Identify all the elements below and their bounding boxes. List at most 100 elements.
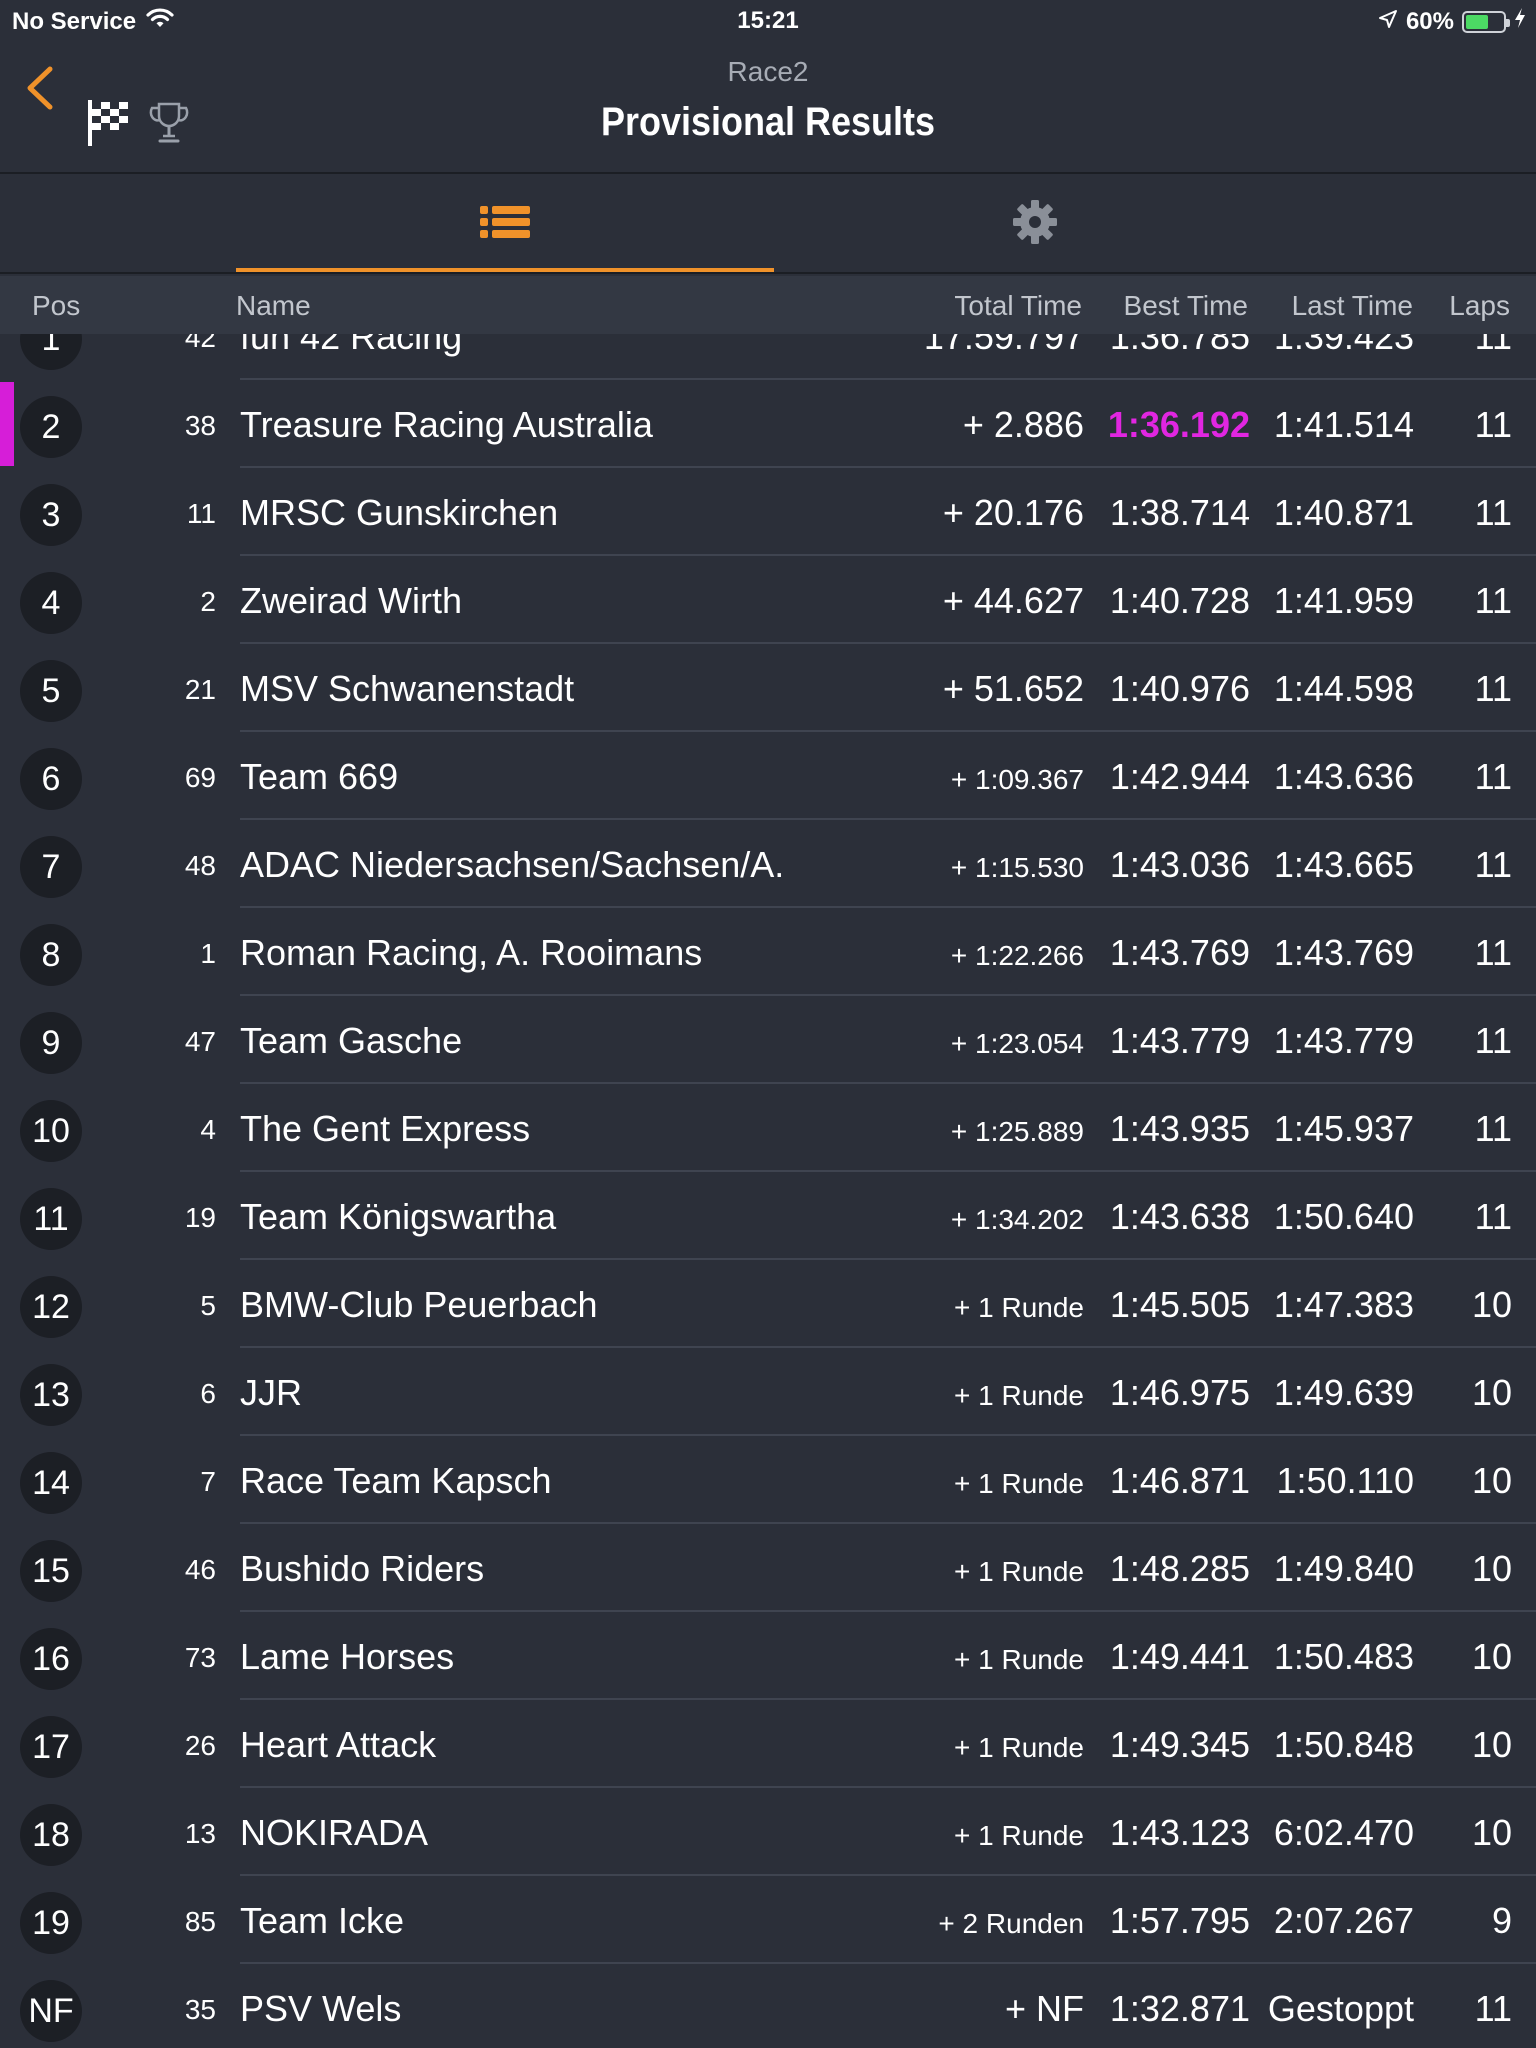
table-row[interactable]: 11 19 Team Königswartha + 1:34.202 1:43.638 1… (0, 1172, 1536, 1260)
position-badge: 12 (20, 1276, 82, 1338)
start-number: 5 (200, 1290, 216, 1321)
col-pos: Pos (32, 290, 81, 321)
start-number: 42 (184, 334, 216, 353)
position-badge: 13 (20, 1364, 82, 1426)
table-row[interactable]: 5 21 MSV Schwanenstadt + 51.652 1:40.976 1:44… (0, 644, 1536, 732)
start-number: 2 (200, 586, 216, 617)
position-badge: 5 (20, 660, 82, 722)
status-right: 60% (1378, 7, 1526, 36)
best-time: 1:43.935 (1109, 1108, 1250, 1149)
laps-count: 11 (1474, 404, 1512, 445)
laps-count: 11 (1474, 756, 1512, 797)
table-row[interactable]: 6 69 Team 669 + 1:09.367 1:42.944 1:43.636 11 (0, 732, 1536, 820)
table-row[interactable]: 13 6 JJR + 1 Runde 1:46.975 1:49.639 10 (0, 1348, 1536, 1436)
last-time: 1:40.871 (1273, 492, 1414, 533)
table-row[interactable]: 3 11 MRSC Gunskirchen + 20.176 1:38.714 1:40.… (0, 468, 1536, 556)
team-name: NOKIRADA (240, 1812, 429, 1853)
best-time: 1:43.638 (1109, 1196, 1250, 1237)
last-time: 1:50.110 (1276, 1460, 1414, 1501)
position-badge: 2 (20, 396, 82, 458)
laps-count: 10 (1471, 1812, 1512, 1853)
best-time: 1:45.505 (1109, 1284, 1250, 1325)
battery-percent: 60% (1405, 7, 1454, 35)
highlight-marker (0, 382, 14, 466)
table-row[interactable]: 2 38 Treasure Racing Australia + 2.886 1:36.… (0, 380, 1536, 468)
table-row[interactable]: 7 48 ADAC Niedersachsen/Sachsen/A. + 1:15.5… (0, 820, 1536, 908)
table-row[interactable]: 16 73 Lame Horses + 1 Runde 1:49.441 1:50.483… (0, 1612, 1536, 1700)
best-time: 1:43.123 (1109, 1812, 1250, 1853)
battery-nub (1506, 18, 1510, 27)
table-row[interactable]: 9 47 Team Gasche + 1:23.054 1:43.779 1:43.779… (0, 996, 1536, 1084)
best-time: 1:48.285 (1109, 1548, 1250, 1589)
col-laps: Laps (1449, 290, 1510, 321)
total-time: + 44.627 (942, 580, 1084, 621)
table-row[interactable]: NF 35 PSV Wels + NF 1:32.871 Gestoppt 11 (0, 1964, 1536, 2048)
position-badge: 3 (20, 484, 82, 546)
position-badge: 4 (20, 572, 82, 634)
start-number: 4 (200, 1114, 216, 1145)
total-time: + 20.176 (942, 492, 1084, 533)
column-header: Pos Name Total Time Best Time Last Time … (0, 276, 1536, 334)
position-badge: 8 (20, 924, 82, 986)
team-name: Treasure Racing Australia (240, 404, 653, 445)
charging-bolt-icon (1514, 7, 1526, 36)
start-number: 85 (184, 1906, 216, 1937)
total-time: + NF (1004, 1988, 1084, 2029)
total-time: 17:59.797 (923, 334, 1084, 357)
best-time: 1:43.036 (1109, 844, 1250, 885)
start-number: 19 (184, 1202, 216, 1233)
position-badge: 11 (20, 1188, 82, 1250)
team-name: Race Team Kapsch (240, 1460, 552, 1501)
start-number: 38 (184, 410, 216, 441)
last-time: 1:39.423 (1273, 334, 1414, 357)
total-time: + 1 Runde (954, 1556, 1084, 1587)
laps-count: 10 (1471, 1548, 1512, 1589)
team-name: ADAC Niedersachsen/Sachsen/A. (240, 844, 785, 885)
total-time: + 1 Runde (954, 1732, 1084, 1763)
page-title: Provisional Results (600, 100, 936, 144)
laps-count: 11 (1474, 1020, 1512, 1061)
laps-count: 11 (1474, 1108, 1512, 1149)
laps-count: 11 (1474, 932, 1512, 973)
list-icon (480, 204, 530, 245)
status-bar: No Service 15:21 60% (0, 0, 1536, 40)
position-badge: 7 (20, 836, 82, 898)
start-number: 13 (184, 1818, 216, 1849)
tab-results-list[interactable] (236, 176, 774, 272)
table-row[interactable]: 19 85 Team Icke + 2 Runden 1:57.795 2:07.267 9 (0, 1876, 1536, 1964)
col-name: Name (236, 290, 311, 321)
total-time: + 1:15.530 (950, 852, 1084, 883)
best-time: 1:42.944 (1109, 756, 1250, 797)
last-time: 1:43.769 (1273, 932, 1414, 973)
table-row[interactable]: 18 13 NOKIRADA + 1 Runde 1:43.123 6:02.470 10 (0, 1788, 1536, 1876)
best-time: 1:36.192 (1107, 404, 1250, 445)
results-list[interactable]: 1 42 fun 42 Racing 17:59.797 1:36.785 1:39.42… (0, 334, 1536, 2048)
position-badge: 15 (20, 1540, 82, 1602)
team-name: MRSC Gunskirchen (240, 492, 559, 533)
best-time: 1:38.714 (1109, 492, 1250, 533)
team-name: BMW-Club Peuerbach (240, 1284, 598, 1325)
tab-bar (0, 176, 1536, 274)
table-row[interactable]: 8 1 Roman Racing, A. Rooimans + 1:22.266 1:4… (0, 908, 1536, 996)
total-time: + 1:23.054 (950, 1028, 1084, 1059)
table-row[interactable]: 17 26 Heart Attack + 1 Runde 1:49.345 1:50.84… (0, 1700, 1536, 1788)
team-name: Zweirad Wirth (240, 580, 463, 621)
best-time: 1:43.779 (1109, 1020, 1250, 1061)
table-row[interactable]: 10 4 The Gent Express + 1:25.889 1:43.935 1:4… (0, 1084, 1536, 1172)
table-row[interactable]: 12 5 BMW-Club Peuerbach + 1 Runde 1:45.505 1:… (0, 1260, 1536, 1348)
table-row[interactable]: 1 42 fun 42 Racing 17:59.797 1:36.785 1:39.42… (0, 334, 1536, 380)
position-badge: 18 (20, 1804, 82, 1866)
last-time: 1:43.779 (1273, 1020, 1414, 1061)
position-badge: 14 (20, 1452, 82, 1514)
best-time: 1:40.728 (1109, 580, 1250, 621)
best-time: 1:46.975 (1109, 1372, 1250, 1413)
table-row[interactable]: 4 2 Zweirad Wirth + 44.627 1:40.728 1:41.959 1… (0, 556, 1536, 644)
tab-settings[interactable] (766, 176, 1304, 272)
last-time: Gestoppt (1267, 1988, 1414, 2029)
table-row[interactable]: 15 46 Bushido Riders + 1 Runde 1:48.285 1:49.… (0, 1524, 1536, 1612)
team-name: Roman Racing, A. Rooimans (240, 932, 703, 973)
total-time: + 1:22.266 (950, 940, 1084, 971)
laps-count: 10 (1471, 1636, 1512, 1677)
last-time: 1:43.636 (1273, 756, 1414, 797)
table-row[interactable]: 14 7 Race Team Kapsch + 1 Runde 1:46.871 1:50… (0, 1436, 1536, 1524)
